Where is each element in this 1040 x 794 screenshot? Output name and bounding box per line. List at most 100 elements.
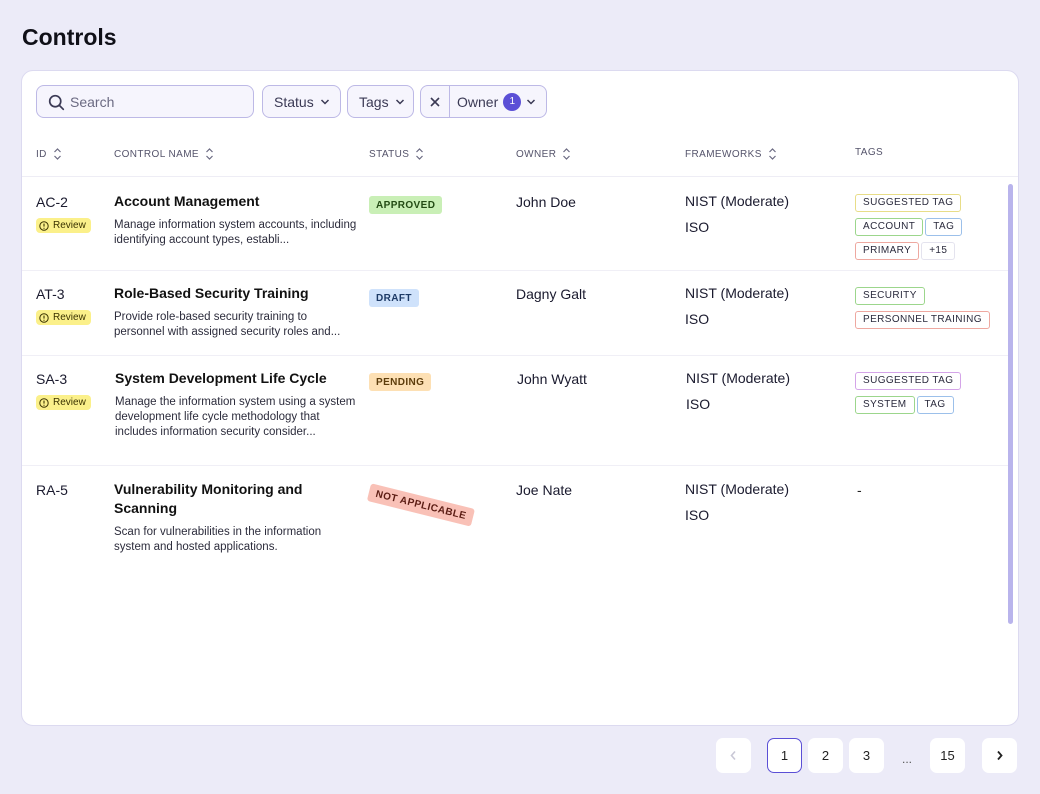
column-header-label: STATUS xyxy=(369,148,410,160)
owner-filter-label: Owner xyxy=(457,93,499,110)
column-header-tags: TAGS xyxy=(855,147,883,158)
owner-name: John Wyatt xyxy=(517,371,587,387)
next-page-button[interactable] xyxy=(982,738,1017,773)
control-id: RA-5 xyxy=(36,482,68,498)
sort-icon xyxy=(416,148,424,160)
status-badge: PENDING xyxy=(369,373,432,391)
chevron-down-icon xyxy=(527,98,536,105)
frameworks-list: NIST (Moderate) ISO xyxy=(685,280,789,332)
table-header: ID CONTROL NAME STATUS OWNER FRAMEWORKS … xyxy=(22,131,1018,177)
column-header-frameworks[interactable]: FRAMEWORKS xyxy=(685,147,777,161)
framework-item: ISO xyxy=(685,311,710,327)
framework-item: NIST (Moderate) xyxy=(685,285,789,301)
column-header-id[interactable]: ID xyxy=(36,147,62,161)
status-badge: NOT APPLICABLE xyxy=(366,483,476,527)
tag[interactable]: PERSONNEL TRAINING xyxy=(855,311,990,329)
page-button[interactable]: 2 xyxy=(808,738,843,773)
tag[interactable]: SECURITY xyxy=(855,287,925,305)
review-badge-label: Review xyxy=(53,397,86,408)
control-description: Manage the information system using a sy… xyxy=(115,396,356,438)
framework-item: NIST (Moderate) xyxy=(685,481,789,497)
tag[interactable]: SUGGESTED TAG xyxy=(855,372,962,390)
scrollbar-thumb[interactable] xyxy=(1008,184,1013,624)
column-header-label: TAGS xyxy=(855,147,884,158)
framework-item: ISO xyxy=(685,507,710,523)
sort-icon xyxy=(563,148,571,160)
control-id: SA-3 xyxy=(36,371,68,387)
controls-table-card: Status Tags Owner 1 ID xyxy=(21,70,1019,726)
tag[interactable]: TAG xyxy=(925,218,963,236)
control-id: AC-2 xyxy=(36,194,68,210)
no-tags-placeholder: - xyxy=(857,482,862,498)
table-row[interactable]: AC-2 Review Account Management Manage in… xyxy=(22,178,1008,271)
sort-icon xyxy=(768,148,776,160)
column-header-label: FRAMEWORKS xyxy=(685,148,762,160)
chevron-down-icon xyxy=(320,98,329,105)
close-icon xyxy=(430,96,440,107)
frameworks-list: NIST (Moderate) ISO xyxy=(686,365,790,417)
table-row[interactable]: SA-3 Review System Development Life Cycl… xyxy=(22,356,1008,466)
review-badge-label: Review xyxy=(53,312,86,323)
page-button[interactable]: 1 xyxy=(767,738,802,773)
status-badge: APPROVED xyxy=(369,196,443,214)
owner-filter-button[interactable]: Owner 1 xyxy=(450,86,536,117)
warning-icon xyxy=(39,312,49,323)
search-input[interactable] xyxy=(70,86,250,117)
review-badge: Review xyxy=(36,218,91,233)
column-header-status[interactable]: STATUS xyxy=(369,147,424,161)
owner-name: Dagny Galt xyxy=(516,286,587,302)
search-box[interactable] xyxy=(36,85,254,118)
status-filter-label: Status xyxy=(274,93,314,110)
table-row[interactable]: AT-3 Review Role-Based Security Training… xyxy=(22,271,1008,356)
control-name[interactable]: Role-Based Security Training xyxy=(114,284,359,303)
control-description: Manage information system accounts, incl… xyxy=(114,219,357,246)
column-header-label: ID xyxy=(36,148,47,160)
tag[interactable]: SUGGESTED TAG xyxy=(855,194,962,212)
tags-list: SUGGESTED TAG ACCOUNT TAG PRIMARY +15 xyxy=(855,192,1005,264)
sort-icon xyxy=(206,148,213,160)
table-row[interactable]: RA-5 Vulnerability Monitoring and Scanni… xyxy=(22,466,1008,566)
control-description: Scan for vulnerabilities in the informat… xyxy=(114,526,322,553)
frameworks-list: NIST (Moderate) ISO xyxy=(685,476,789,528)
tag[interactable]: ACCOUNT xyxy=(855,218,924,236)
sort-icon xyxy=(53,148,61,160)
control-name[interactable]: Account Management xyxy=(114,192,359,211)
tag[interactable]: PRIMARY xyxy=(855,242,920,260)
control-name[interactable]: System Development Life Cycle xyxy=(115,369,360,388)
column-header-label: OWNER xyxy=(516,148,557,160)
control-description: Provide role-based security training to … xyxy=(114,311,341,338)
column-header-owner[interactable]: OWNER xyxy=(516,147,571,161)
review-badge: Review xyxy=(36,310,91,325)
owner-name: John Doe xyxy=(516,194,576,210)
clear-owner-filter-button[interactable] xyxy=(421,86,450,117)
framework-item: NIST (Moderate) xyxy=(685,193,789,209)
page-title: Controls xyxy=(22,24,117,50)
framework-item: ISO xyxy=(686,396,711,412)
search-icon xyxy=(48,94,65,111)
chevron-left-icon xyxy=(730,750,736,761)
chevron-down-icon xyxy=(395,98,404,105)
status-badge: DRAFT xyxy=(369,289,419,307)
warning-icon xyxy=(39,220,49,231)
tags-filter-label: Tags xyxy=(359,93,389,110)
tag[interactable]: TAG xyxy=(916,396,954,414)
status-filter-button[interactable]: Status xyxy=(262,85,341,118)
review-badge: Review xyxy=(36,395,91,410)
control-id: AT-3 xyxy=(36,286,65,302)
tags-list: SECURITY PERSONNEL TRAINING xyxy=(855,285,1015,333)
chevron-right-icon xyxy=(997,750,1003,761)
owner-name: Joe Nate xyxy=(516,482,573,498)
tags-filter-button[interactable]: Tags xyxy=(347,85,414,118)
warning-icon xyxy=(39,397,49,408)
more-tags-button[interactable]: +15 xyxy=(921,242,956,260)
column-header-control-name[interactable]: CONTROL NAME xyxy=(114,147,214,161)
framework-item: ISO xyxy=(685,219,710,235)
owner-filter-count-badge: 1 xyxy=(503,92,522,111)
page-button[interactable]: 3 xyxy=(849,738,884,773)
frameworks-list: NIST (Moderate) ISO xyxy=(685,188,789,240)
previous-page-button[interactable] xyxy=(716,738,751,773)
tag[interactable]: SYSTEM xyxy=(855,396,915,414)
control-name[interactable]: Vulnerability Monitoring and Scanning xyxy=(114,480,334,518)
owner-filter-group: Owner 1 xyxy=(420,85,547,118)
page-button[interactable]: 15 xyxy=(930,738,965,773)
